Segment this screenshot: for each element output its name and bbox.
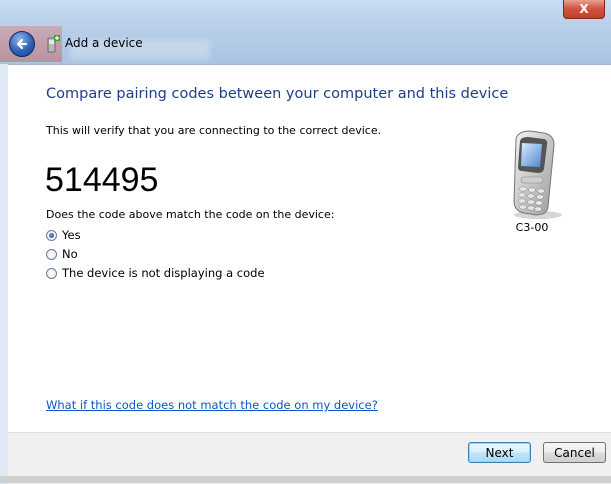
option-no-code[interactable]: The device is not displaying a code bbox=[46, 266, 265, 280]
option-yes[interactable]: Yes bbox=[46, 228, 81, 242]
background-strip bbox=[0, 476, 611, 483]
close-icon: X bbox=[579, 2, 589, 16]
title-bar bbox=[0, 0, 611, 64]
back-button[interactable] bbox=[9, 31, 35, 57]
help-link[interactable]: What if this code does not match the cod… bbox=[46, 398, 378, 412]
match-question: Does the code above match the code on th… bbox=[46, 208, 335, 221]
mobile-phone-icon bbox=[513, 130, 562, 219]
window-title: Add a device bbox=[65, 36, 143, 50]
add-device-icon bbox=[47, 35, 60, 53]
radio-yes[interactable] bbox=[46, 229, 57, 241]
radio-no-code[interactable] bbox=[46, 267, 57, 279]
device-name: C3-00 bbox=[515, 221, 549, 234]
dialog-content: Compare pairing codes between your compu… bbox=[8, 64, 611, 433]
option-no-code-label: The device is not displaying a code bbox=[62, 266, 265, 280]
radio-no[interactable] bbox=[46, 248, 57, 260]
next-button[interactable]: Next bbox=[468, 442, 531, 463]
main-instruction: Compare pairing codes between your compu… bbox=[46, 86, 509, 102]
close-button[interactable]: X bbox=[563, 0, 605, 19]
option-no-label: No bbox=[62, 247, 78, 261]
option-no[interactable]: No bbox=[46, 247, 78, 261]
option-yes-label: Yes bbox=[62, 228, 81, 242]
cancel-button[interactable]: Cancel bbox=[543, 442, 606, 463]
description-text: This will verify that you are connecting… bbox=[46, 124, 382, 137]
back-arrow-icon bbox=[16, 38, 28, 50]
pairing-code: 514495 bbox=[45, 161, 159, 199]
